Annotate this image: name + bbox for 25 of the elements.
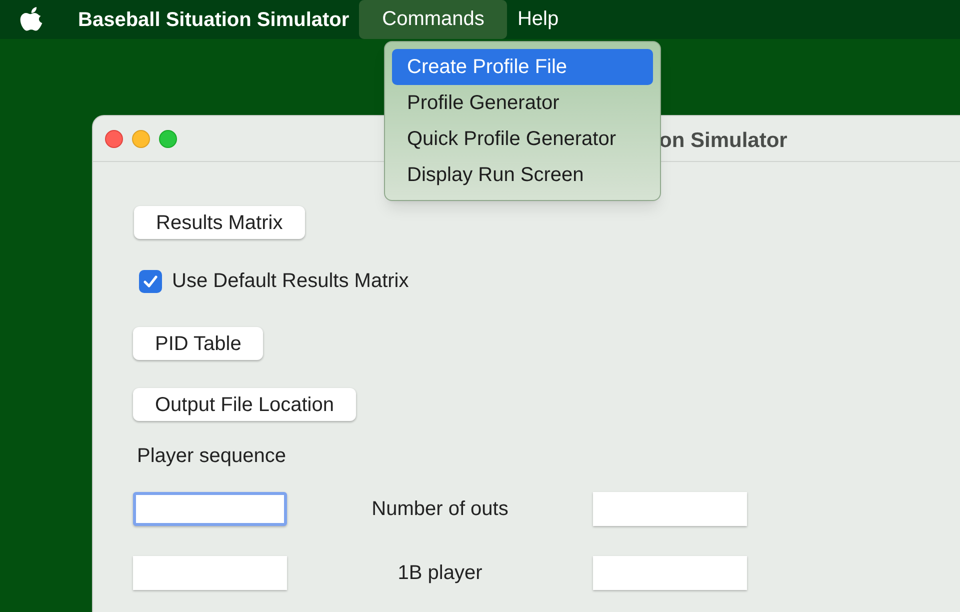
push-button[interactable]: PID Table — [133, 327, 264, 360]
checkbox-label: Use Default Results Matrix — [172, 269, 409, 294]
menu-bar-item[interactable]: Help — [507, 0, 569, 39]
close-button[interactable] — [105, 130, 123, 148]
window-title: on Simulator — [659, 128, 788, 154]
checkbox[interactable] — [139, 270, 162, 292]
push-button[interactable]: Output File Location — [133, 388, 356, 421]
app-name[interactable]: Baseball Situation Simulator — [78, 4, 350, 34]
field-label: Number of outs — [370, 497, 510, 522]
push-button[interactable]: Results Matrix — [134, 206, 305, 239]
menu-item[interactable]: Create Profile File — [392, 49, 653, 85]
menu-bar-item[interactable]: Commands — [359, 0, 508, 39]
input-field[interactable] — [593, 492, 747, 526]
zoom-button[interactable] — [159, 130, 177, 148]
section-label: Player sequence — [137, 444, 286, 469]
menu-item[interactable]: Display Run Screen — [392, 157, 653, 193]
menu-item[interactable]: Quick Profile Generator — [392, 121, 653, 157]
apple-logo-icon[interactable] — [20, 6, 44, 32]
menu-item[interactable]: Profile Generator — [392, 85, 653, 121]
input-field[interactable] — [133, 492, 287, 526]
minimize-button[interactable] — [132, 130, 150, 148]
field-label: 1B player — [396, 561, 484, 586]
check-icon — [143, 274, 158, 288]
input-field[interactable] — [593, 556, 747, 590]
input-field[interactable] — [133, 556, 287, 590]
